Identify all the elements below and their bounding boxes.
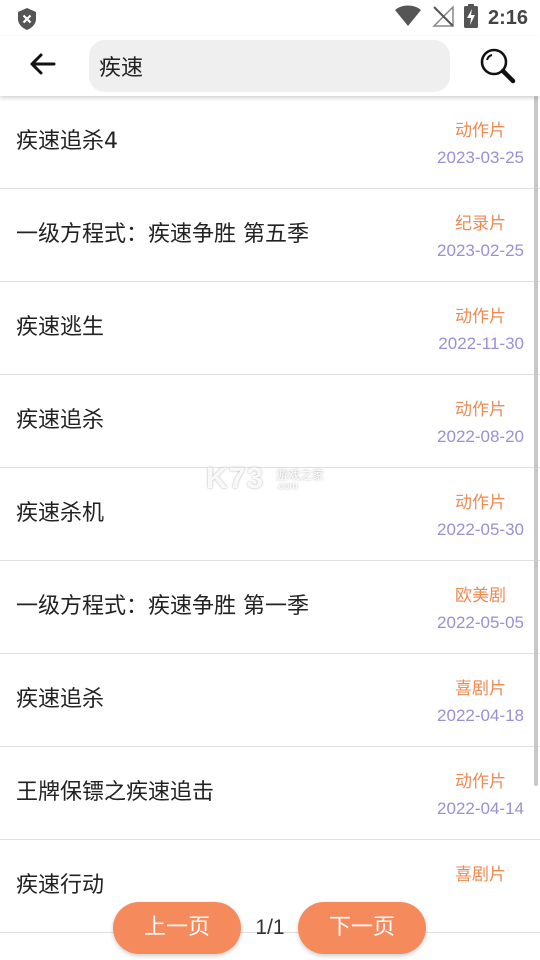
next-page-button[interactable]: 下一页 xyxy=(298,902,426,954)
item-date: 2022-04-14 xyxy=(437,799,524,818)
prev-page-button[interactable]: 上一页 xyxy=(113,902,241,954)
list-item[interactable]: 疾速追杀4 动作片 2023-03-25 xyxy=(0,96,540,189)
list-item[interactable]: 一级方程式：疾速争胜 第五季 纪录片 2023-02-25 xyxy=(0,189,540,282)
arrow-left-icon xyxy=(28,52,56,80)
item-date: 2023-03-25 xyxy=(437,148,524,167)
item-title: 一级方程式：疾速争胜 第五季 xyxy=(16,222,309,247)
item-category: 动作片 xyxy=(455,493,506,513)
wifi-icon xyxy=(394,5,422,31)
list-item[interactable]: 疾速追杀 动作片 2022-08-20 xyxy=(0,375,540,468)
search-box[interactable] xyxy=(89,40,450,92)
item-category: 动作片 xyxy=(455,307,506,327)
battery-charging-icon xyxy=(463,4,478,32)
item-category: 纪录片 xyxy=(455,214,506,234)
pagination: 上一页 1/1 下一页 xyxy=(0,902,540,956)
item-title: 一级方程式：疾速争胜 第一季 xyxy=(16,594,309,619)
scrollbar[interactable] xyxy=(534,96,538,786)
item-title: 疾速追杀4 xyxy=(16,129,118,154)
search-button[interactable] xyxy=(478,46,518,86)
search-input[interactable] xyxy=(97,52,450,80)
item-title: 王牌保镖之疾速追击 xyxy=(16,780,215,805)
list-item[interactable]: 王牌保镖之疾速追击 动作片 2022-04-14 xyxy=(0,747,540,840)
item-category: 喜剧片 xyxy=(455,679,506,699)
item-date: 2022-08-20 xyxy=(437,427,524,446)
list-item[interactable]: 疾速逃生 动作片 2022-11-30 xyxy=(0,282,540,375)
item-title: 疾速杀机 xyxy=(16,501,105,526)
back-button[interactable] xyxy=(22,48,62,84)
clock: 2:16 xyxy=(487,6,528,29)
item-title: 疾速逃生 xyxy=(16,315,105,340)
status-bar: 2:16 xyxy=(0,0,540,36)
item-date: 2022-05-05 xyxy=(437,613,524,632)
item-date: 2022-05-30 xyxy=(437,520,524,539)
item-category: 喜剧片 xyxy=(455,865,506,885)
results-list: 疾速追杀4 动作片 2023-03-25 一级方程式：疾速争胜 第五季 纪录片 … xyxy=(0,96,540,960)
item-date: 2022-04-18 xyxy=(437,706,524,725)
item-category: 动作片 xyxy=(455,400,506,420)
item-date: 2022-11-30 xyxy=(438,334,524,353)
magnifier-icon xyxy=(478,48,518,90)
no-signal-icon xyxy=(432,5,454,31)
list-item[interactable]: 疾速杀机 动作片 2022-05-30 xyxy=(0,468,540,561)
app-header xyxy=(0,36,540,96)
item-title: 疾速追杀 xyxy=(16,687,105,712)
item-category: 动作片 xyxy=(455,772,506,792)
item-title: 疾速追杀 xyxy=(16,408,105,433)
list-item[interactable]: 一级方程式：疾速争胜 第一季 欧美剧 2022-05-05 xyxy=(0,561,540,654)
item-date: 2023-02-25 xyxy=(437,241,524,260)
list-item[interactable]: 疾速追杀 喜剧片 2022-04-18 xyxy=(0,654,540,747)
shield-icon xyxy=(16,7,38,35)
page-indicator: 1/1 xyxy=(255,916,285,939)
item-category: 欧美剧 xyxy=(455,586,506,606)
item-category: 动作片 xyxy=(455,121,506,141)
